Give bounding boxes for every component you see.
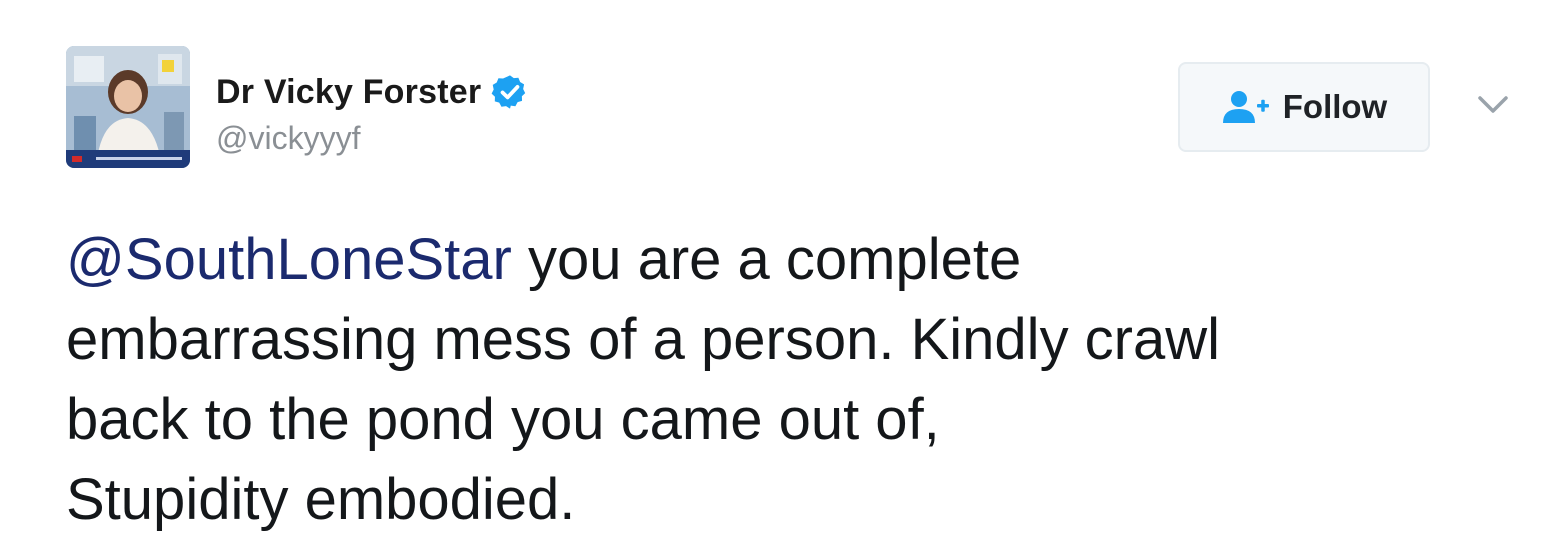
verified-badge-icon xyxy=(491,73,529,111)
avatar[interactable] xyxy=(66,46,190,168)
tweet-line-1-text: you are a complete xyxy=(511,227,1022,292)
user-name-row[interactable]: Dr Vicky Forster xyxy=(216,70,529,114)
tweet-line-4: Stupidity embodied. xyxy=(66,467,576,532)
display-name[interactable]: Dr Vicky Forster xyxy=(216,73,481,112)
mention-link[interactable]: @SouthLoneStar xyxy=(66,227,512,292)
chevron-down-icon[interactable] xyxy=(1476,92,1510,118)
follow-button[interactable]: Follow xyxy=(1178,62,1430,152)
tweet-card: Dr Vicky Forster @vickyyyf Follow @South… xyxy=(0,0,1556,555)
tweet-line-1: @SouthLoneStar you are a complete xyxy=(66,220,1486,300)
avatar-photo xyxy=(66,46,190,168)
tweet-text: @SouthLoneStar you are a complete embarr… xyxy=(66,220,1486,540)
follow-user-icon xyxy=(1221,89,1271,125)
follow-button-label: Follow xyxy=(1282,88,1388,125)
tweet-line-2: embarrassing mess of a person. Kindly cr… xyxy=(66,307,1221,372)
tweet-line-3: back to the pond you came out of, xyxy=(66,387,940,452)
user-handle[interactable]: @vickyyyf xyxy=(216,120,360,157)
